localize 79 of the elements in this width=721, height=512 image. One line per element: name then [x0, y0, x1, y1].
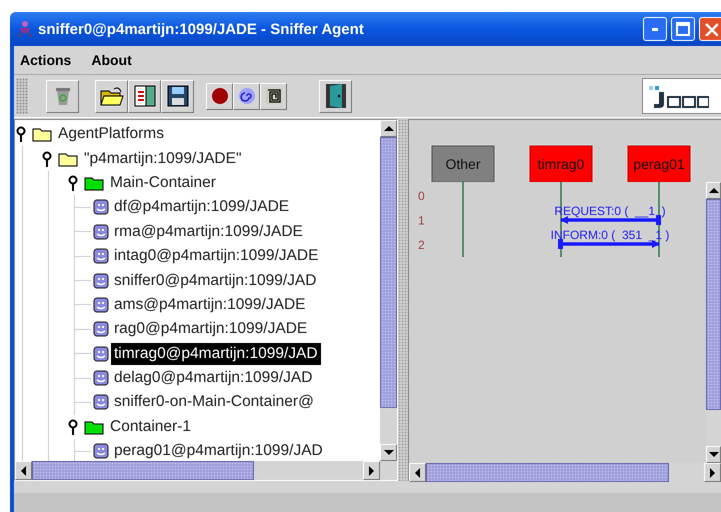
row-number: 0 [418, 189, 425, 203]
exit-button[interactable] [319, 80, 352, 112]
open-folder-icon [100, 85, 124, 107]
scrollbar-thumb[interactable] [706, 199, 721, 410]
tree-item[interactable]: sniffer0@p4martijn:1099/JAD [111, 270, 320, 292]
tree-item[interactable]: timrag0@p4martijn:1099/JAD [111, 342, 321, 365]
scroll-up-button[interactable] [706, 182, 721, 199]
tree-item[interactable]: delag0@p4martijn:1099/JAD [111, 367, 316, 390]
clear-button[interactable] [46, 80, 79, 112]
tree-item[interactable]: perag01@p4martijn:1099/JAD [111, 440, 326, 461]
scroll-right-button[interactable] [363, 461, 380, 480]
agent-face-icon [93, 321, 109, 338]
agent-box[interactable]: perag01 [628, 146, 690, 182]
agent-face-icon [93, 224, 109, 240]
minimize-button[interactable] [643, 17, 667, 41]
scroll-left-button[interactable] [15, 461, 32, 480]
row-number: 2 [418, 238, 425, 252]
scroll-down-icon [708, 450, 720, 459]
agent-face-icon [93, 272, 109, 289]
window-title: sniffer0@p4martijn:1099/JADE - Sniffer Agent [38, 20, 365, 38]
scroll-right-button[interactable] [704, 463, 721, 482]
folder-icon [83, 418, 105, 435]
scroll-down-icon [382, 448, 395, 457]
agent-face-icon [93, 199, 109, 216]
menu-item[interactable]: About [91, 52, 132, 68]
tree-item[interactable]: "p4martijn:1099/JADE" [81, 148, 244, 170]
scroll-left-icon [19, 464, 28, 476]
logo-icon [649, 83, 709, 109]
row-number: 1 [418, 214, 425, 228]
square-spiral-button[interactable] [260, 82, 287, 110]
save-button[interactable] [161, 80, 194, 112]
door-icon [324, 83, 348, 109]
tree-item[interactable]: sniffer0-on-Main-Container@ [111, 391, 317, 414]
agent-face-icon [93, 248, 109, 264]
scroll-right-icon [367, 464, 376, 476]
scroll-left-button[interactable] [409, 463, 426, 482]
toolbar-grip[interactable] [16, 78, 28, 114]
tree-item[interactable]: intag0@p4martijn:1099/JADE [111, 245, 322, 268]
scroll-up-icon [382, 124, 395, 133]
tree-item[interactable]: ams@p4martijn:1099/JADE [111, 294, 308, 316]
tree-item[interactable]: rma@p4martijn:1099/JADE [111, 220, 306, 243]
close-button[interactable] [699, 17, 721, 41]
spiral-icon [238, 87, 256, 105]
tree-item[interactable]: rag0@p4martijn:1099/JADE [111, 318, 310, 340]
scroll-left-icon [413, 466, 422, 478]
menu-item[interactable]: Actions [20, 52, 72, 68]
scroll-up-button[interactable] [380, 120, 398, 137]
agent-box[interactable]: timrag0 [530, 146, 592, 182]
scroll-up-icon [708, 186, 720, 195]
scrollbar-thumb[interactable] [426, 463, 669, 482]
tree-item[interactable]: AgentPlatforms [55, 123, 167, 146]
record-button[interactable] [206, 82, 233, 110]
maximize-icon [676, 22, 690, 36]
folder-icon [31, 126, 53, 142]
spiral-button[interactable] [233, 82, 260, 110]
scrollbar-thumb[interactable] [380, 137, 398, 408]
scroll-down-button[interactable] [380, 444, 398, 461]
tree-item[interactable]: df@p4martijn:1099/JADE [111, 196, 292, 218]
maximize-button[interactable] [671, 17, 695, 41]
document-button[interactable] [128, 80, 161, 112]
minimize-icon [652, 28, 658, 30]
tree-item[interactable]: Container-1 [107, 416, 194, 438]
sniffer-figure-icon [16, 20, 34, 38]
folder-icon [57, 150, 79, 167]
open-button[interactable] [95, 80, 128, 112]
folder-icon [83, 174, 105, 191]
document-icon [134, 85, 156, 107]
agent-face-icon [93, 346, 109, 362]
scroll-right-icon [708, 466, 717, 478]
agent-face-icon [93, 394, 109, 410]
record-icon [210, 87, 228, 105]
close-icon [704, 22, 718, 36]
tree-item[interactable]: Main-Container [107, 172, 219, 194]
scrollbar-thumb[interactable] [32, 461, 254, 480]
scroll-down-button[interactable] [706, 446, 721, 463]
agent-face-icon [93, 370, 109, 386]
square-spiral-icon [264, 87, 282, 105]
agent-face-icon [93, 296, 109, 313]
agent-box[interactable]: Other [432, 146, 494, 182]
